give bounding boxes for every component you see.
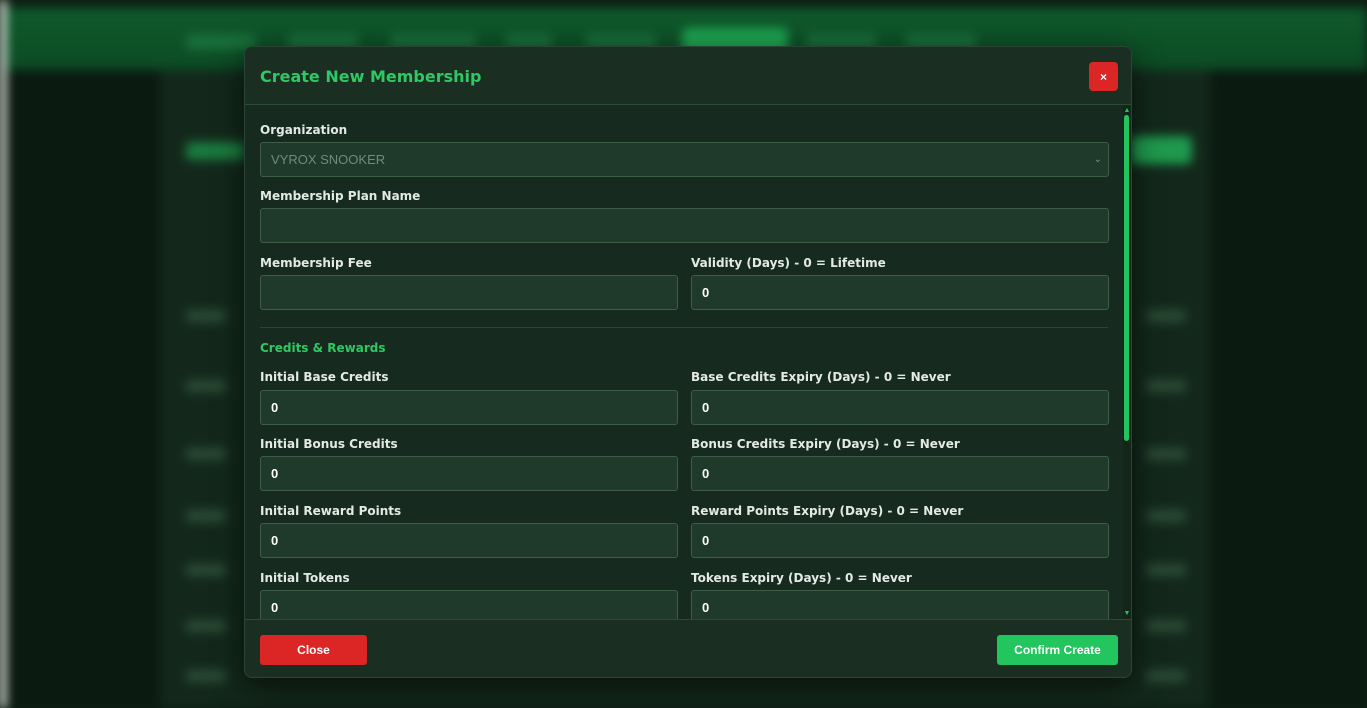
organization-value: VYROX SNOOKER (271, 152, 386, 167)
close-icon[interactable]: × (1089, 62, 1118, 91)
create-membership-modal: Create New Membership × Organization VYR… (244, 46, 1132, 678)
background-left-gutter (6, 70, 160, 708)
plan-name-label: Membership Plan Name (260, 189, 421, 203)
plan-name-input[interactable] (260, 208, 1109, 243)
reward-points-expiry-label: Reward Points Expiry (Days) - 0 = Never (691, 504, 964, 518)
validity-input[interactable]: 0 (691, 275, 1109, 310)
background-add-button (1130, 136, 1192, 164)
base-credits-input[interactable]: 0 (260, 390, 678, 425)
close-button[interactable]: Close (260, 635, 367, 665)
organization-label: Organization (260, 123, 348, 137)
scroll-up-arrow-icon[interactable]: ▲ (1123, 107, 1131, 114)
base-credits-expiry-label: Base Credits Expiry (Days) - 0 = Never (691, 370, 951, 384)
background-right-gutter (1210, 70, 1367, 708)
organization-select[interactable]: VYROX SNOOKER ⌄ (260, 142, 1109, 177)
chevron-down-icon: ⌄ (1093, 154, 1102, 165)
scrollbar-thumb[interactable] (1124, 115, 1129, 441)
scroll-down-arrow-icon[interactable]: ▼ (1123, 610, 1131, 617)
modal-header: Create New Membership × (245, 47, 1131, 105)
tokens-input[interactable]: 0 (260, 590, 678, 619)
modal-body: Organization VYROX SNOOKER ⌄ Membership … (245, 105, 1131, 619)
reward-points-input[interactable]: 0 (260, 523, 678, 558)
credits-section-title: Credits & Rewards (260, 341, 386, 355)
tokens-label: Initial Tokens (260, 571, 350, 585)
validity-label: Validity (Days) - 0 = Lifetime (691, 256, 886, 270)
bonus-credits-input[interactable]: 0 (260, 456, 678, 491)
bonus-credits-expiry-label: Bonus Credits Expiry (Days) - 0 = Never (691, 437, 960, 451)
modal-scrollbar[interactable]: ▲ ▼ (1123, 105, 1131, 619)
background-tag (186, 142, 246, 160)
reward-points-expiry-input[interactable]: 0 (691, 523, 1109, 558)
reward-points-label: Initial Reward Points (260, 504, 402, 518)
modal-title: Create New Membership (260, 67, 482, 86)
fee-input[interactable] (260, 275, 678, 310)
section-divider (260, 327, 1108, 328)
tokens-expiry-label: Tokens Expiry (Days) - 0 = Never (691, 571, 912, 585)
base-credits-expiry-input[interactable]: 0 (691, 390, 1109, 425)
tokens-expiry-input[interactable]: 0 (691, 590, 1109, 619)
base-credits-label: Initial Base Credits (260, 370, 389, 384)
fee-label: Membership Fee (260, 256, 372, 270)
bonus-credits-expiry-input[interactable]: 0 (691, 456, 1109, 491)
confirm-create-button[interactable]: Confirm Create (997, 635, 1118, 665)
modal-footer: Close Confirm Create (245, 619, 1131, 677)
bonus-credits-label: Initial Bonus Credits (260, 437, 398, 451)
